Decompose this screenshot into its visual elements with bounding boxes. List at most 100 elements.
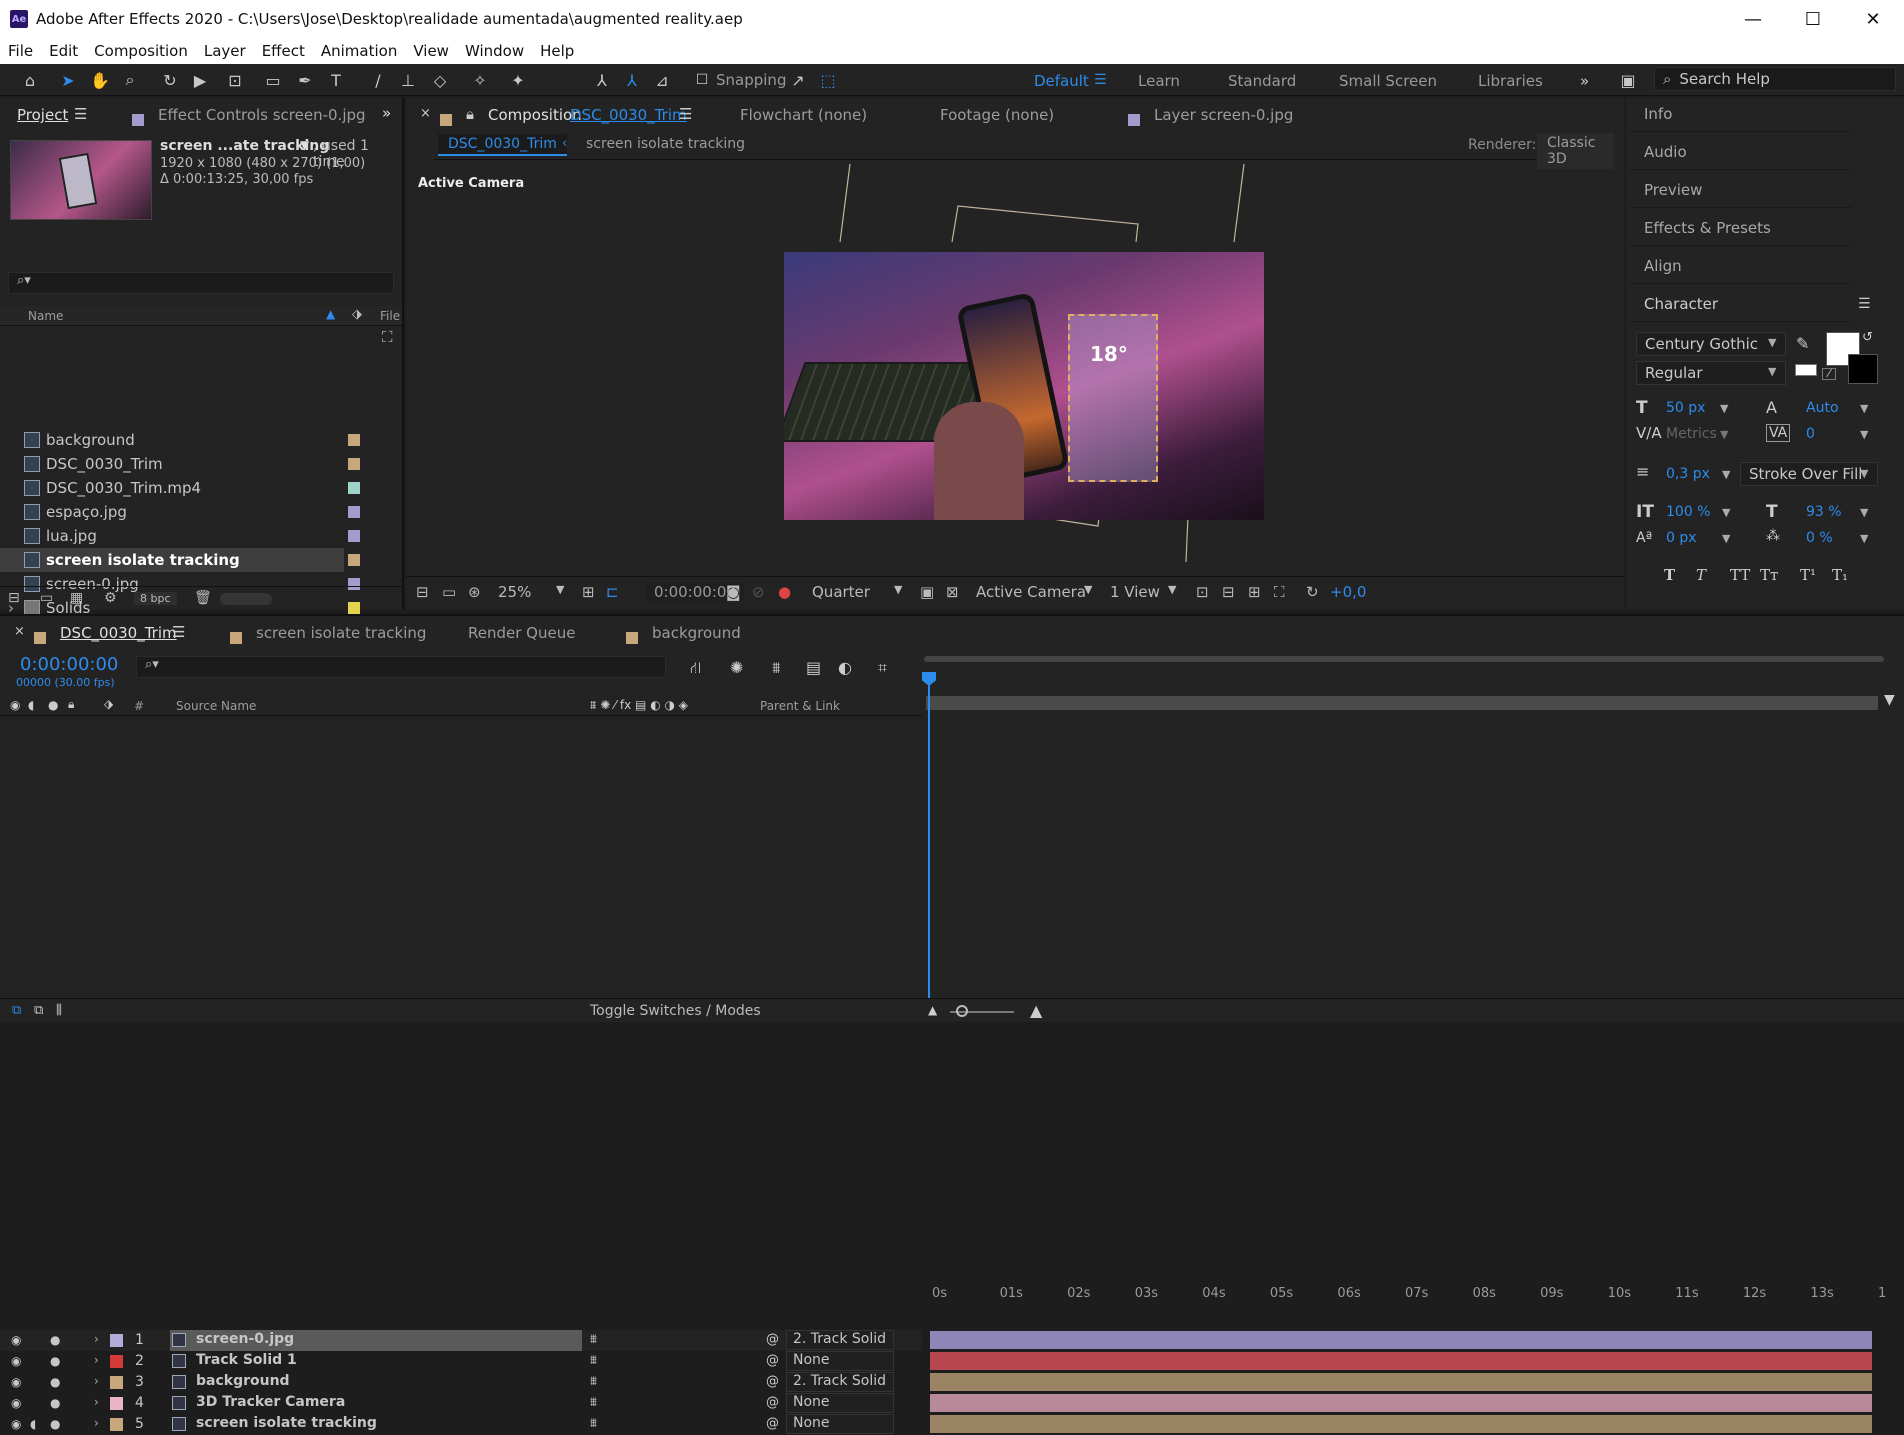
selection-tool-icon[interactable]: ➤ <box>58 70 78 90</box>
audio-switch-icon[interactable]: ◖ <box>28 698 34 712</box>
minimize-button[interactable]: — <box>1724 0 1782 38</box>
tab-screen-isolate-tracking[interactable]: screen isolate tracking <box>256 624 426 642</box>
label-tag-icon[interactable]: ⬗ <box>352 307 362 322</box>
tab-footage[interactable]: Footage (none) <box>940 106 1054 124</box>
workspace-libraries[interactable]: Libraries <box>1478 72 1543 90</box>
label-color-swatch[interactable] <box>348 506 360 518</box>
rotate-tool-icon[interactable]: ↻ <box>160 70 180 90</box>
tab-layer[interactable]: Layer screen-0.jpg <box>1154 106 1293 124</box>
solo-dot-icon[interactable]: ● <box>50 1354 60 1368</box>
tab-composition-label[interactable]: Composition <box>488 106 582 124</box>
timeline-menu-icon[interactable]: ☰ <box>172 623 185 641</box>
tab-timeline-main[interactable]: DSC_0030_Trim <box>60 624 177 642</box>
tab-project[interactable]: Project <box>17 106 68 124</box>
character-menu-icon[interactable]: ☰ <box>1858 296 1871 312</box>
world-axis-icon[interactable]: ⅄ <box>622 70 642 90</box>
menu-effect[interactable]: Effect <box>262 42 305 60</box>
layer-row[interactable]: ◉ ● › 4 3D Tracker Camera ⩩ @ None <box>0 1393 922 1414</box>
workspace-default[interactable]: Default <box>1034 72 1089 90</box>
col-source-name[interactable]: Source Name <box>176 699 256 713</box>
font-size-dropdown-icon[interactable]: ▼ <box>1720 402 1728 415</box>
col-name[interactable]: Name <box>28 309 63 323</box>
snapshot-camera-icon[interactable]: ◙ <box>726 583 741 601</box>
style-faux-bold[interactable]: T <box>1664 566 1675 584</box>
adjust-project-settings-icon[interactable]: ⚙ <box>104 590 117 606</box>
shy-switch-icon[interactable]: ⩩ <box>590 1332 597 1347</box>
panel-toggle-icon[interactable]: ▣ <box>1618 70 1638 90</box>
stroke-width-value[interactable]: 0,3 px <box>1666 466 1710 482</box>
label-color-swatch[interactable] <box>348 434 360 446</box>
zoom-select[interactable]: 25% <box>498 583 531 601</box>
layer-name[interactable]: background <box>196 1373 290 1389</box>
col-parent-link[interactable]: Parent & Link <box>760 699 840 713</box>
twirl-down-icon[interactable]: › <box>94 1353 99 1367</box>
in-out-toggle-icon[interactable]: ⫼ <box>56 1003 62 1018</box>
hand-tool-icon[interactable]: ✋ <box>90 70 110 90</box>
horizontal-scale-dropdown-icon[interactable]: ▼ <box>1860 506 1868 519</box>
view-axis-icon[interactable]: ⊿ <box>652 70 672 90</box>
kerning-dropdown-icon[interactable]: ▼ <box>1720 428 1728 441</box>
view-layout-select[interactable]: 1 View <box>1110 583 1160 601</box>
layer-label-swatch[interactable] <box>110 1355 123 1368</box>
workspace-standard[interactable]: Standard <box>1228 72 1296 90</box>
panel-audio[interactable]: Audio <box>1630 134 1852 170</box>
font-style-select[interactable]: Regular <box>1636 361 1786 385</box>
sort-ascending-icon[interactable]: ▲ <box>326 307 335 321</box>
camera-tool-icon[interactable]: ▶ <box>190 70 210 90</box>
layer-duration-bar[interactable] <box>930 1352 1872 1370</box>
vertical-scale-dropdown-icon[interactable]: ▼ <box>1722 506 1730 519</box>
timeline-timecode[interactable]: 0:00:00:00 <box>20 654 118 675</box>
horizontal-scale-value[interactable]: 93 % <box>1806 504 1842 520</box>
local-axis-icon[interactable]: ⅄ <box>592 70 612 90</box>
menu-file[interactable]: File <box>8 42 33 60</box>
layer-name[interactable]: screen-0.jpg <box>196 1331 294 1347</box>
layer-duration-bar[interactable] <box>930 1394 1872 1412</box>
solo-dot-icon[interactable]: ● <box>50 1417 60 1431</box>
playhead-handle[interactable] <box>922 672 936 686</box>
layer-duration-bar[interactable] <box>930 1331 1872 1349</box>
fit-icon[interactable]: ⊞ <box>582 583 595 601</box>
region-of-interest-icon[interactable]: ▣ <box>920 583 934 601</box>
lock-icon[interactable]: 🔒︎ <box>466 105 474 123</box>
zoom-slider-thumb[interactable] <box>956 1005 968 1017</box>
work-area-bar[interactable] <box>924 656 1884 662</box>
menu-view[interactable]: View <box>413 42 449 60</box>
more-workspaces-icon[interactable]: » <box>1580 72 1589 90</box>
swap-colors-icon[interactable]: ↺ <box>1862 330 1873 345</box>
transparency-icon[interactable]: ⊠ <box>946 583 959 601</box>
view-layout-dropdown-icon[interactable]: ▼ <box>1168 583 1176 596</box>
color-channels-icon[interactable]: ● <box>778 583 791 601</box>
new-composition-icon[interactable]: ▦ <box>70 590 83 606</box>
parent-select[interactable]: None <box>786 1351 894 1371</box>
shy-switch-icon[interactable]: ⩩ <box>590 1395 597 1410</box>
toggle-pixel-aspect-icon[interactable]: ⊡ <box>1196 583 1209 601</box>
twirl-down-icon[interactable]: › <box>94 1374 99 1388</box>
solo-dot-icon[interactable]: ● <box>50 1396 60 1410</box>
bpc-indicator[interactable]: 8 bpc <box>134 592 177 605</box>
tracking-value[interactable]: 0 <box>1806 426 1815 442</box>
rectangle-tool-icon[interactable]: ▭ <box>263 70 283 90</box>
parent-select[interactable]: None <box>786 1414 894 1434</box>
project-item[interactable]: lua.jpg <box>0 524 380 548</box>
work-area-range[interactable] <box>926 696 1878 710</box>
tsume-value[interactable]: 0 % <box>1806 530 1833 546</box>
close-timeline-tab-icon[interactable]: × <box>14 624 25 639</box>
layer-row[interactable]: ◉ ◖ ● › 5 screen isolate tracking ⩩ @ None <box>0 1414 922 1435</box>
solo-dot-icon[interactable]: ● <box>50 1375 60 1389</box>
reset-exposure-icon[interactable]: ↻ <box>1306 583 1319 601</box>
style-subscript[interactable]: T₁ <box>1832 566 1848 584</box>
style-small-caps[interactable]: Tт <box>1760 566 1778 584</box>
style-superscript[interactable]: T¹ <box>1800 566 1816 584</box>
layer-duration-bar[interactable] <box>930 1415 1872 1433</box>
mask-visibility-icon[interactable]: ⊛ <box>468 583 481 601</box>
pick-whip-icon[interactable]: @ <box>766 1332 779 1347</box>
tracked-screen-layer[interactable]: 18° <box>1068 314 1158 482</box>
panel-preview[interactable]: Preview <box>1630 172 1852 208</box>
no-fill-icon[interactable]: ⁄ <box>1822 368 1836 380</box>
project-item[interactable]: DSC_0030_Trim.mp4 <box>0 476 380 500</box>
monitor-icon[interactable]: ▭ <box>442 583 456 601</box>
kerning-value[interactable]: Metrics <box>1666 426 1717 442</box>
panel-character-title[interactable]: Character <box>1630 286 1852 322</box>
menu-composition[interactable]: Composition <box>94 42 188 60</box>
type-tool-icon[interactable]: T <box>326 70 346 90</box>
